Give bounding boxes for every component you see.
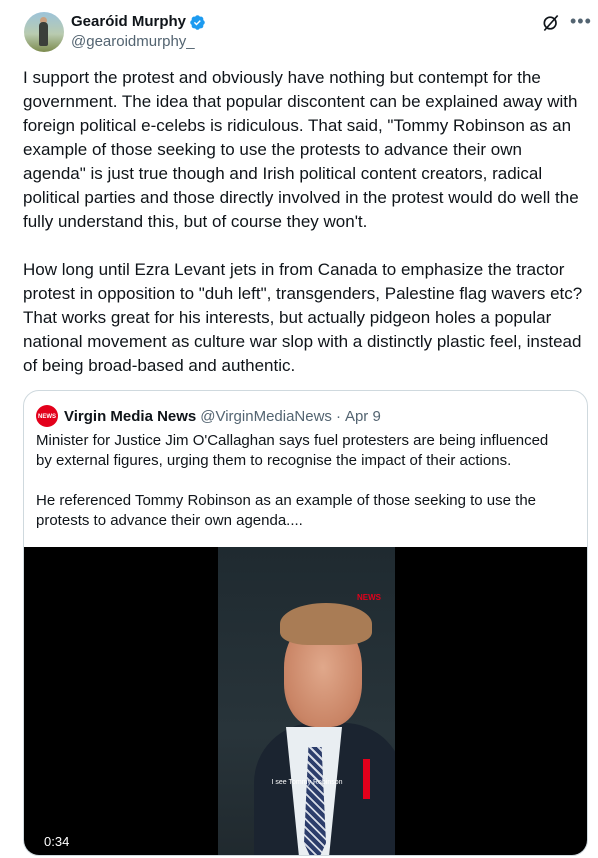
- virgin-media-news-logo: NEWS: [36, 405, 58, 427]
- hair: [280, 603, 372, 645]
- tweet-text: I support the protest and obviously have…: [23, 68, 583, 375]
- quoted-handle[interactable]: @VirginMediaNews: [200, 408, 332, 425]
- more-options-icon[interactable]: •••: [570, 11, 592, 32]
- tweet: Gearóid Murphy @gearoidmurphy_ ••• I sup…: [0, 0, 598, 858]
- avatar[interactable]: [24, 12, 64, 52]
- quoted-text: Minister for Justice Jim O'Callaghan say…: [36, 432, 549, 529]
- quoted-display-name[interactable]: Virgin Media News: [64, 408, 196, 425]
- video-frame: NEWS I see Tommy Robinson: [218, 547, 395, 855]
- quoted-tweet[interactable]: NEWS Virgin Media News @VirginMediaNews …: [23, 390, 588, 856]
- caption-bar: [363, 759, 370, 799]
- handle[interactable]: @gearoidmurphy_: [71, 33, 195, 51]
- avatar-figure: [39, 22, 48, 46]
- video-player[interactable]: NEWS I see Tommy Robinson 0:34: [24, 547, 587, 855]
- name-row: Gearóid Murphy: [71, 13, 206, 31]
- video-duration: 0:34: [44, 834, 70, 849]
- separator: ·: [335, 407, 341, 425]
- logo-text: NEWS: [38, 414, 56, 420]
- quoted-header: NEWS Virgin Media News @VirginMediaNews …: [36, 405, 381, 427]
- tweet-header: Gearóid Murphy @gearoidmurphy_ •••: [24, 11, 591, 54]
- news-watermark: NEWS: [357, 593, 381, 602]
- grok-icon[interactable]: [541, 13, 561, 33]
- display-name[interactable]: Gearóid Murphy: [71, 13, 186, 31]
- quoted-date[interactable]: Apr 9: [345, 408, 381, 425]
- verified-badge-icon: [190, 14, 205, 30]
- video-caption: I see Tommy Robinson: [271, 779, 343, 786]
